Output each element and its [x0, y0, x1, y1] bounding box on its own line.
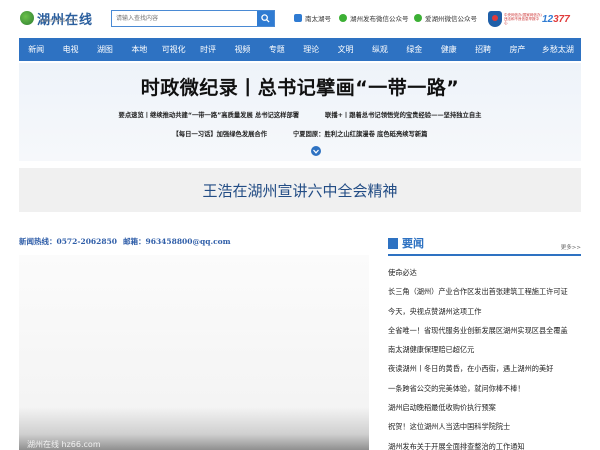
quick-link-label: 南太湖号	[305, 15, 331, 23]
headlines-panel: 要闻 更多>> 使命必达 长三角（湖州）产业合作区发出首张建筑工程施工许可证 今…	[388, 232, 581, 450]
image-caption: 湖州在线 hz66.com	[27, 440, 101, 449]
search-box	[111, 10, 275, 27]
feature-banner: 时政微纪录丨总书记擘画“一带一路” 要点速览丨继续推动共建“一带一路”高质量发展…	[19, 63, 581, 161]
nav-item-news[interactable]: 新闻	[19, 38, 53, 61]
quick-link-ai-huzhou[interactable]: 爱湖州微信公众号	[414, 13, 477, 23]
news-list: 使命必达 长三角（湖州）产业合作区发出首张建筑工程施工许可证 今天，央视点赞湖州…	[388, 263, 581, 450]
nav-item-visual[interactable]: 可视化	[157, 38, 191, 61]
nav-item-jobs[interactable]: 招聘	[466, 38, 500, 61]
news-item[interactable]: 南太湖健康保理赔已超亿元	[388, 340, 581, 359]
wechat-icon	[414, 14, 422, 22]
featured-image[interactable]: 湖州在线 hz66.com	[19, 255, 369, 450]
nav-item-overview[interactable]: 纵观	[363, 38, 397, 61]
quick-link-nantaihu[interactable]: 南太湖号	[294, 13, 331, 23]
quick-link-huzhou-fabu[interactable]: 湖州发布微信公众号	[339, 13, 409, 23]
more-link[interactable]: 更多>>	[561, 243, 581, 251]
banner-title[interactable]: 时政微纪录丨总书记擘画“一带一路”	[19, 73, 581, 100]
section-marker-icon	[388, 237, 398, 249]
nav-item-theory[interactable]: 理论	[294, 38, 328, 61]
nav-item-green-finance[interactable]: 绿金	[397, 38, 431, 61]
news-hotline: 新闻热线：0572-2062850	[19, 237, 118, 246]
banner-link[interactable]: 【每日一习话】加强绿色发展合作	[173, 131, 267, 138]
contact-email[interactable]: 邮箱：963458800@qq.com	[123, 237, 231, 246]
panel-header: 要闻 更多>>	[388, 232, 581, 256]
contact-info: 新闻热线：0572-2062850 邮箱：963458800@qq.com	[19, 236, 231, 247]
chevron-down-icon	[313, 149, 319, 154]
shield-icon	[488, 11, 502, 27]
site-header: 湖州在线 www.hz66.com 南太湖号 湖州发布微信公众号 爱湖州微信公众…	[0, 0, 600, 36]
nav-item-realestate[interactable]: 房产	[500, 38, 534, 61]
search-icon	[261, 14, 270, 23]
nav-item-tv[interactable]: 电视	[53, 38, 87, 61]
nav-item-topics[interactable]: 专题	[260, 38, 294, 61]
banner-link[interactable]: 联播+丨跟着总书记领悟党的宝贵经验——坚持独立自主	[325, 112, 481, 119]
nav-item-commentary[interactable]: 时评	[191, 38, 225, 61]
headline-link[interactable]: 王浩在湖州宣讲六中全会精神	[19, 168, 581, 212]
quick-link-label: 爱湖州微信公众号	[425, 15, 477, 23]
banner-link[interactable]: 宁夏固原：胜利之山红旗漫卷 底色砥亮续写新篇	[293, 131, 427, 138]
news-item[interactable]: 使命必达	[388, 263, 581, 282]
report-center-badge[interactable]: 中央网信办(国家网信办)违法和不良信息举报中心 12377	[488, 10, 578, 28]
news-item[interactable]: 祝贺！这位湖州人当选中国科学院院士	[388, 417, 581, 436]
panel-title: 要闻	[402, 237, 424, 250]
nav-item-health[interactable]: 健康	[432, 38, 466, 61]
news-item[interactable]: 湖州启动晚稻最低收购价执行预案	[388, 398, 581, 417]
nantaihu-icon	[294, 14, 302, 22]
search-input[interactable]	[112, 11, 257, 26]
nav-item-local[interactable]: 本地	[122, 38, 156, 61]
nav-item-photos[interactable]: 湖图	[88, 38, 122, 61]
nav-item-taihu[interactable]: 乡愁太湖	[535, 38, 581, 61]
banner-links-row-2: 【每日一习话】加强绿色发展合作 宁夏固原：胜利之山红旗漫卷 底色砥亮续写新篇	[19, 129, 581, 138]
logo-mark-icon	[20, 11, 34, 25]
quick-link-label: 湖州发布微信公众号	[350, 15, 409, 23]
news-item[interactable]: 今天，央视点赞湖州这项工作	[388, 302, 581, 321]
search-button[interactable]	[257, 11, 274, 26]
news-item[interactable]: 湖州发布关于开展全面排查整治的工作通知	[388, 437, 581, 450]
wechat-icon	[339, 14, 347, 22]
news-item[interactable]: 长三角（湖州）产业合作区发出首张建筑工程施工许可证	[388, 282, 581, 301]
news-item[interactable]: 一条跨省公交的完美体验，就问你棒不棒！	[388, 379, 581, 398]
news-item[interactable]: 夜读湖州丨冬日的黄昏，在小西街，遇上湖州的美好	[388, 359, 581, 378]
news-item[interactable]: 全省唯一！省现代服务业创新发展区湖州实现区县全覆盖	[388, 321, 581, 340]
report-center-text: 中央网信办(国家网信办)违法和不良信息举报中心	[504, 13, 542, 25]
main-nav: 新闻 电视 湖图 本地 可视化 时评 视频 专题 理论 文明 纵观 绿金 健康 …	[19, 38, 581, 61]
nav-item-civility[interactable]: 文明	[328, 38, 362, 61]
expand-button[interactable]	[311, 146, 321, 156]
banner-link[interactable]: 要点速览丨继续推动共建“一带一路”高质量发展 总书记这样部署	[119, 112, 300, 119]
banner-links-row-1: 要点速览丨继续推动共建“一带一路”高质量发展 总书记这样部署 联播+丨跟着总书记领…	[19, 110, 581, 119]
nav-item-video[interactable]: 视频	[225, 38, 259, 61]
logo-url: www.hz66.com	[40, 18, 78, 24]
report-hotline-logo: 12377	[542, 13, 570, 25]
